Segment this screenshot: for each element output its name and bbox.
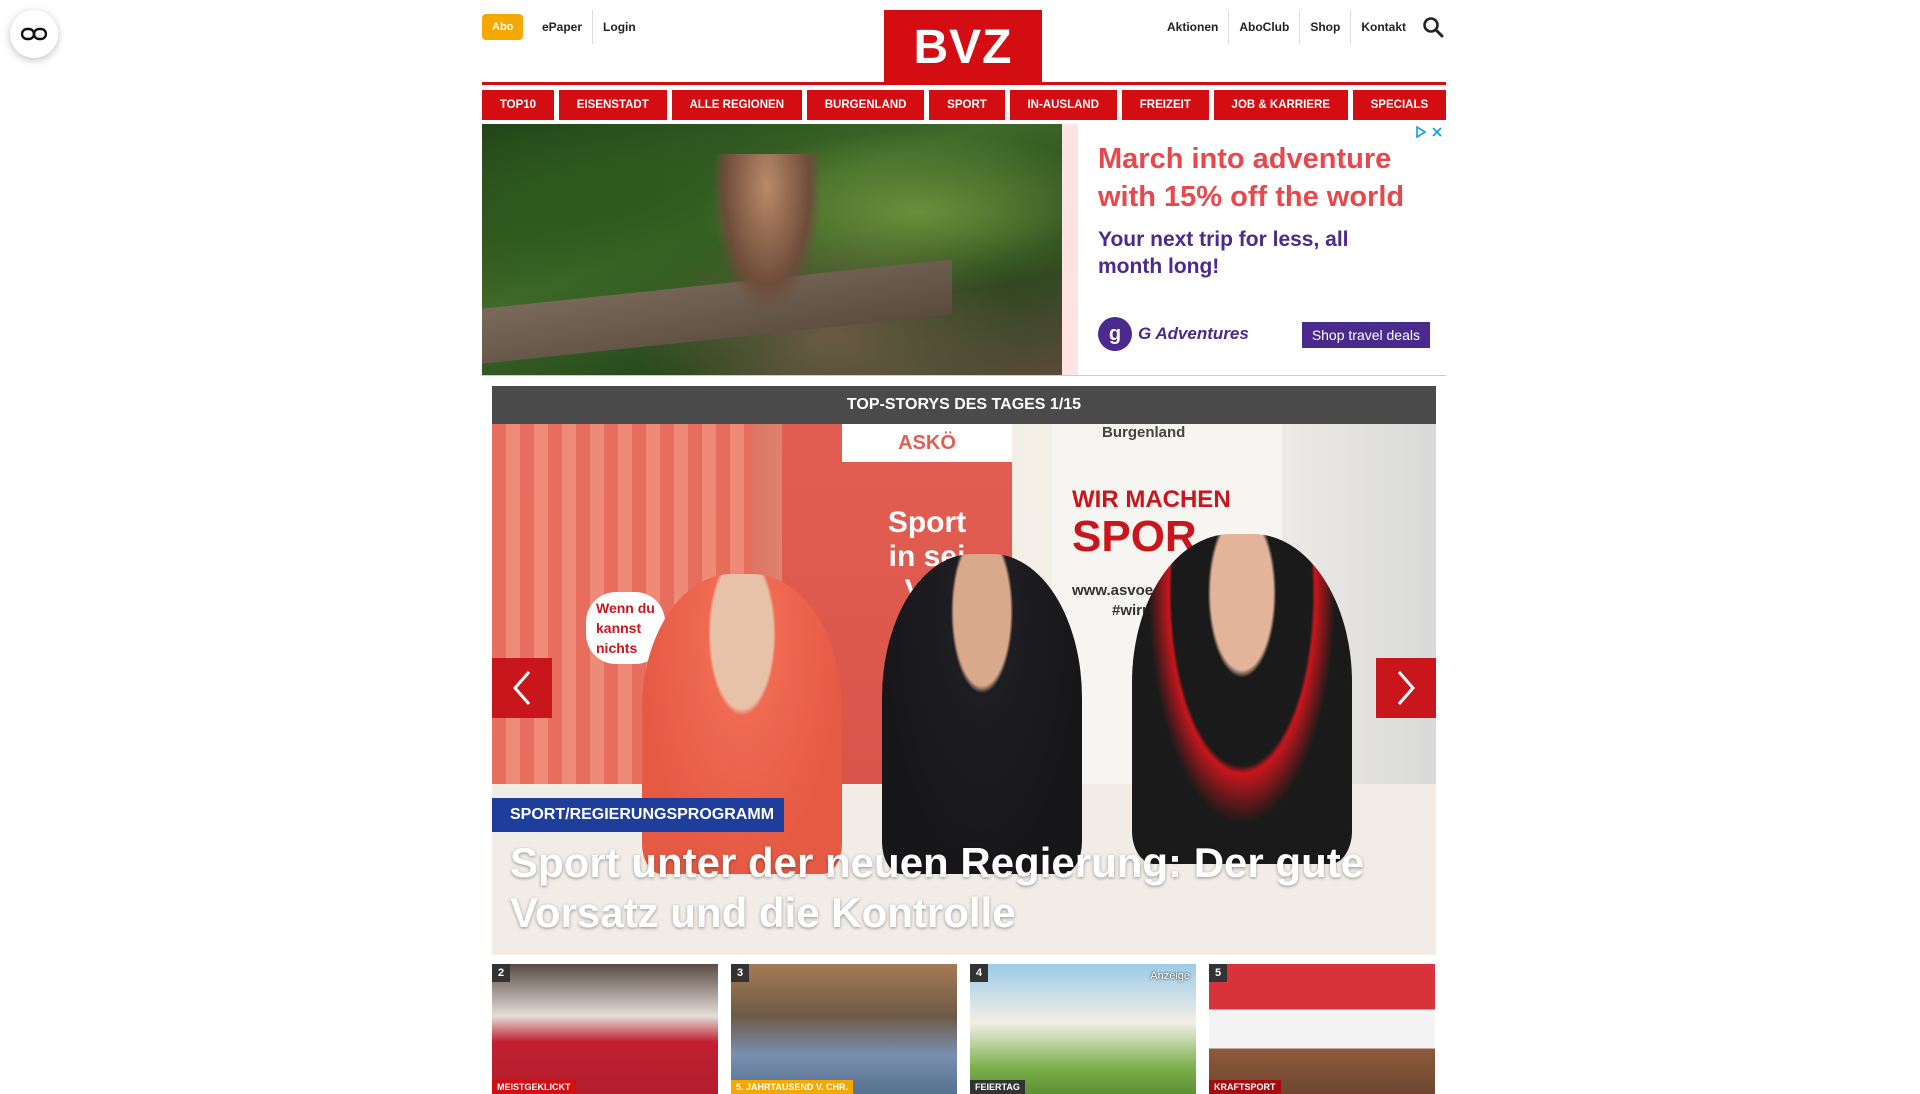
thumb-number: 4	[970, 964, 988, 982]
nav-alle-regionen[interactable]: ALLE REGIONEN	[671, 90, 802, 120]
epaper-link[interactable]: ePaper	[532, 10, 592, 44]
banner-nichts: nichts	[596, 640, 638, 656]
nav-sport[interactable]: SPORT	[929, 90, 1005, 120]
ad-brand: g G Adventures	[1098, 317, 1249, 351]
abo-button[interactable]: Abo	[482, 14, 524, 40]
nav-eisenstadt[interactable]: EISENSTADT	[558, 90, 667, 120]
banner-asko: ASKÖ	[842, 424, 1012, 462]
thumb-category: KRAFTSPORT	[1209, 1080, 1281, 1094]
ad-headline: March into adventure with 15% off the wo…	[1098, 143, 1405, 213]
thumb-number: 3	[731, 964, 749, 982]
thumb-category: MEISTGEKLICKT	[492, 1080, 576, 1094]
top-links-left: ePaper Login	[532, 10, 646, 44]
thumb-category: 5. JAHRTAUSEND V. CHR.	[731, 1080, 854, 1094]
banner-spo: SPOR	[1072, 512, 1197, 561]
ad-choices[interactable]	[1416, 126, 1442, 138]
hero-person-middle	[882, 554, 1082, 874]
main-nav: TOP10 EISENSTADT ALLE REGIONEN BURGENLAN…	[482, 90, 1446, 120]
ad-image-person	[712, 154, 822, 314]
aktionen-link[interactable]: Aktionen	[1157, 10, 1228, 44]
hero-story[interactable]: Wenn du kannst nichts ASKÖ Sport in sei …	[492, 424, 1436, 955]
top-stories: TOP-STORYS DES TAGES 1/15 Wenn du kannst…	[492, 386, 1436, 1094]
story-thumb-4[interactable]: 4 Anzeige FEIERTAG	[970, 964, 1196, 1094]
g-adventures-logo-icon: g	[1098, 317, 1132, 351]
ad-subline: Your next trip for less, all month long!	[1098, 228, 1349, 278]
ad-banner[interactable]: March into adventure with 15% off the wo…	[482, 124, 1446, 376]
top-stories-header: TOP-STORYS DES TAGES 1/15	[492, 386, 1436, 424]
hero-person-right	[1132, 534, 1352, 864]
thumb-category: FEIERTAG	[970, 1080, 1025, 1094]
thumb-ad-label: Anzeige	[1150, 970, 1190, 982]
kontakt-link[interactable]: Kontakt	[1350, 10, 1416, 44]
thumb-number: 2	[492, 964, 510, 982]
story-thumbnails: 2 MEISTGEKLICKT 3 5. JAHRTAUSEND V. CHR.…	[492, 964, 1436, 1094]
adchoices-icon[interactable]	[1416, 126, 1426, 138]
story-thumb-5[interactable]: 5 KRAFTSPORT	[1209, 964, 1435, 1094]
close-icon[interactable]	[1432, 126, 1442, 138]
shop-link[interactable]: Shop	[1299, 10, 1350, 44]
chevron-right-icon	[1397, 671, 1415, 705]
slider-next-button[interactable]	[1376, 658, 1436, 718]
page: Abo ePaper Login BVZ Aktionen AboClub Sh…	[482, 0, 1446, 1094]
top-links-right: Aktionen AboClub Shop Kontakt	[1157, 10, 1416, 44]
accessibility-button[interactable]	[10, 10, 58, 58]
banner-wir-machen: WIR MACHEN	[1072, 486, 1231, 513]
thumb-number: 5	[1209, 964, 1227, 982]
hero-title[interactable]: Sport unter der neuen Regierung: Der gut…	[510, 838, 1410, 938]
story-thumb-3[interactable]: 3 5. JAHRTAUSEND V. CHR.	[731, 964, 957, 1094]
nav-burgenland[interactable]: BURGENLAND	[806, 90, 925, 120]
banner-sport-line1: Sport	[887, 506, 967, 539]
hero-category-badge[interactable]: SPORT/REGIERUNGSPROGRAMM	[492, 798, 785, 832]
ad-text-panel[interactable]: March into adventure with 15% off the wo…	[1062, 124, 1446, 375]
nav-in-ausland[interactable]: IN-AUSLAND	[1009, 90, 1117, 120]
nav-specials[interactable]: SPECIALS	[1352, 90, 1446, 120]
banner-burgenland: Burgenland	[1102, 424, 1186, 441]
slider-prev-button[interactable]	[492, 658, 552, 718]
site-header: Abo ePaper Login BVZ Aktionen AboClub Sh…	[482, 0, 1446, 85]
nav-job-karriere[interactable]: JOB & KARRIERE	[1213, 90, 1348, 120]
ad-brand-name: G Adventures	[1138, 324, 1249, 343]
bvz-logo[interactable]: BVZ	[884, 10, 1042, 84]
nav-top10[interactable]: TOP10	[482, 90, 554, 120]
search-icon[interactable]	[1422, 16, 1444, 38]
accessibility-icon	[21, 27, 47, 41]
ad-cta-button[interactable]: Shop travel deals	[1301, 322, 1430, 348]
banner-wenn-du: Wenn du	[596, 600, 655, 616]
ad-image[interactable]	[482, 124, 1062, 375]
nav-freizeit[interactable]: FREIZEIT	[1121, 90, 1209, 120]
chevron-left-icon	[513, 671, 531, 705]
login-link[interactable]: Login	[592, 10, 646, 44]
banner-kannst: kannst	[596, 620, 642, 636]
header-divider	[482, 82, 1446, 85]
story-thumb-2[interactable]: 2 MEISTGEKLICKT	[492, 964, 718, 1094]
aboclub-link[interactable]: AboClub	[1228, 10, 1299, 44]
